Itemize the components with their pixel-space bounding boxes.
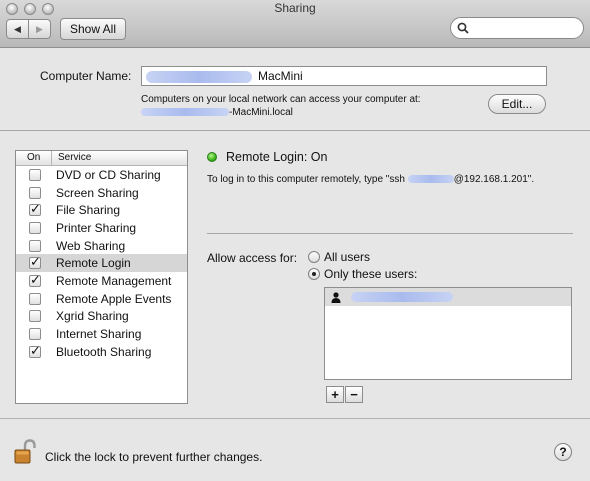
forward-icon: ▶ (36, 23, 43, 34)
service-label: Screen Sharing (56, 185, 139, 200)
service-checkbox[interactable] (29, 201, 41, 217)
service-row[interactable]: Screen Sharing (16, 184, 187, 202)
service-label: Remote Login (56, 256, 131, 271)
service-list-header: On Service (16, 151, 187, 166)
service-row[interactable]: Printer Sharing (16, 219, 187, 237)
service-row[interactable]: Xgrid Sharing (16, 308, 187, 326)
service-row[interactable]: Bluetooth Sharing (16, 343, 187, 361)
edit-button[interactable]: Edit... (488, 94, 546, 114)
nav-buttons: ◀ ▶ (6, 19, 51, 39)
service-checkbox[interactable] (29, 221, 41, 234)
computer-name-field[interactable]: MacMini (141, 66, 547, 86)
service-status: Remote Login: On (226, 150, 328, 164)
window-title: Sharing (274, 1, 316, 15)
add-user-button[interactable]: + (326, 386, 344, 403)
computer-name-label: Computer Name: (40, 69, 132, 83)
service-list: On Service DVD or CD Sharing Screen Shari… (15, 150, 188, 404)
hostname-value: -MacMini.local (229, 107, 293, 118)
redacted-blur (407, 175, 454, 184)
service-label: Bluetooth Sharing (56, 344, 152, 359)
forward-button[interactable]: ▶ (29, 19, 51, 39)
help-button[interactable]: ? (554, 443, 572, 461)
list-item[interactable] (325, 288, 571, 306)
service-label: Web Sharing (56, 238, 126, 253)
service-checkbox[interactable] (29, 343, 41, 359)
back-button[interactable]: ◀ (6, 19, 29, 39)
service-checkbox[interactable] (29, 328, 41, 341)
computer-address-info: Computers on your local network can acce… (141, 93, 421, 119)
redacted-blur (146, 70, 252, 83)
ssh-instructions: To log in to this computer remotely, typ… (207, 174, 534, 185)
service-row[interactable]: File Sharing (16, 201, 187, 219)
service-label: Remote Apple Events (56, 291, 172, 306)
service-label: DVD or CD Sharing (56, 167, 161, 182)
search-icon (457, 22, 469, 34)
service-row[interactable]: Remote Apple Events (16, 290, 187, 308)
only-these-users-radio[interactable] (308, 268, 320, 280)
service-row[interactable]: Internet Sharing (16, 325, 187, 343)
instruction-suffix: @192.168.1.201". (453, 174, 535, 185)
allowed-users-list (324, 287, 572, 380)
user-icon (331, 291, 341, 303)
unlocked-lock-icon[interactable] (14, 438, 36, 466)
service-checkbox[interactable] (29, 310, 41, 323)
computer-name-value: MacMini (258, 69, 303, 83)
service-label: Xgrid Sharing (56, 309, 129, 324)
service-checkbox[interactable] (29, 168, 41, 181)
address-info-line: Computers on your local network can acce… (141, 94, 421, 105)
back-icon: ◀ (14, 23, 21, 34)
all-users-radio[interactable] (308, 251, 320, 263)
redacted-blur (351, 292, 453, 302)
sharing-window: Sharing ◀ ▶ Show All Computer Name: MacM… (0, 0, 590, 481)
column-header-service[interactable]: Service (52, 151, 91, 165)
service-row[interactable]: Web Sharing (16, 237, 187, 255)
address-hostname-line: -MacMini.local (141, 106, 421, 119)
remove-user-button[interactable]: − (345, 386, 363, 403)
instruction-prefix: To log in to this computer remotely, typ… (207, 174, 408, 185)
footer-divider (0, 418, 590, 419)
show-all-button[interactable]: Show All (60, 18, 126, 40)
service-label: Internet Sharing (56, 327, 142, 342)
allow-access-label: Allow access for: (207, 251, 298, 265)
search-field[interactable] (450, 17, 584, 39)
service-label: File Sharing (56, 203, 121, 218)
service-checkbox[interactable] (29, 254, 41, 270)
service-row[interactable]: Remote Management (16, 272, 187, 290)
service-checkbox[interactable] (29, 239, 41, 252)
lock-message: Click the lock to prevent further change… (45, 450, 263, 464)
section-divider (0, 130, 590, 131)
status-indicator-icon (207, 152, 217, 162)
service-row[interactable]: DVD or CD Sharing (16, 166, 187, 184)
service-label: Remote Management (56, 273, 172, 288)
service-checkbox[interactable] (29, 272, 41, 288)
service-row[interactable]: Remote Login (16, 254, 187, 273)
column-header-on[interactable]: On (16, 151, 52, 165)
service-checkbox[interactable] (29, 186, 41, 199)
all-users-label[interactable]: All users (324, 250, 370, 264)
service-checkbox[interactable] (29, 292, 41, 305)
service-label: Printer Sharing (56, 220, 137, 235)
toolbar: Sharing ◀ ▶ Show All (0, 0, 590, 48)
only-these-users-label[interactable]: Only these users: (324, 267, 417, 281)
service-rows: DVD or CD Sharing Screen Sharing File Shar… (16, 166, 187, 361)
detail-divider (207, 233, 573, 234)
redacted-blur (141, 108, 229, 117)
